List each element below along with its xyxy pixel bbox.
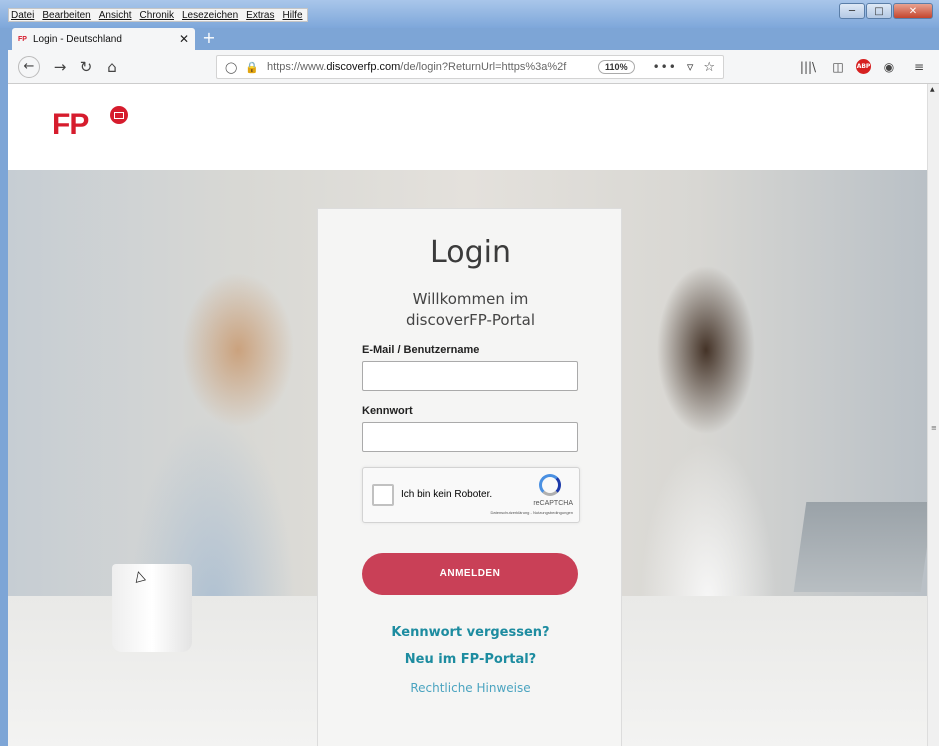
recaptcha-terms[interactable]: Datenschutzerklärung - Nutzungsbedingung… [491,510,574,515]
menu-icon[interactable]: ≡ [907,55,931,79]
tab-close-icon[interactable]: ✕ [179,32,189,46]
pocket-icon[interactable]: ▿ [687,60,694,75]
back-button[interactable]: ← [18,56,40,78]
library-icon[interactable]: |||\ [796,55,820,79]
menu-lesezeichen[interactable]: Lesezeichen [182,10,238,21]
menu-bearbeiten[interactable]: Bearbeiten [42,10,90,21]
vertical-scrollbar[interactable]: ▲ ≡ [927,84,939,746]
password-label: Kennwort [362,405,413,417]
forward-button[interactable]: → [48,55,72,79]
page-content: FP △ Login Willkommen im discoverFP-Port… [8,84,927,746]
shield-icon[interactable]: ◯ [225,61,237,74]
navigation-bar: ← → ↻ ⌂ ◯ 🔒 https://www.discoverfp.com/d… [8,50,939,84]
legal-notice-link[interactable]: Rechtliche Hinweise [318,681,623,695]
login-title: Login [430,235,511,270]
coffee-mug [112,564,192,652]
email-label: E-Mail / Benutzername [362,344,480,356]
fp-favicon-icon: FP [18,35,27,43]
sidebar-icon[interactable]: ◫ [826,55,850,79]
menu-datei[interactable]: Datei [11,10,34,21]
window-close-button[interactable]: ✕ [893,3,933,19]
account-icon[interactable]: ◉ [877,55,901,79]
register-link[interactable]: Neu im FP-Portal? [318,652,623,667]
tab-login[interactable]: FP Login - Deutschland ✕ [12,28,195,50]
address-bar[interactable]: ◯ 🔒 https://www.discoverfp.com/de/login?… [216,55,724,79]
password-field[interactable] [362,422,578,452]
login-card: Login Willkommen im discoverFP-Portal E-… [317,208,622,746]
maximize-button[interactable]: □ [866,3,892,19]
new-tab-button[interactable]: + [200,29,218,47]
toolbar-right: |||\ ◫ ABP ◉ ≡ [790,55,931,79]
menu-ansicht[interactable]: Ansicht [99,10,132,21]
recaptcha-label: Ich bin kein Roboter. [401,489,493,500]
browser-window: Datei Bearbeiten Ansicht Chronik Lesezei… [0,0,939,746]
scroll-up-icon[interactable]: ▲ [930,86,935,93]
mail-logo-icon [110,106,128,124]
recaptcha-brand: reCAPTCHA [533,500,573,507]
home-button[interactable]: ⌂ [100,55,124,79]
scroll-grip-icon[interactable]: ≡ [931,424,937,432]
site-header: FP [8,84,927,170]
adblock-icon[interactable]: ABP [856,59,871,74]
menu-chronik[interactable]: Chronik [140,10,174,21]
reload-button[interactable]: ↻ [74,55,98,79]
menu-bar: Datei Bearbeiten Ansicht Chronik Lesezei… [8,8,308,22]
forgot-password-link[interactable]: Kennwort vergessen? [318,625,623,640]
page-actions-icon[interactable]: ••• [653,60,677,74]
welcome-text: Willkommen im discoverFP-Portal [405,290,536,329]
menu-hilfe[interactable]: Hilfe [283,10,303,21]
window-controls: ─ □ ✕ [838,3,933,19]
tab-strip: FP Login - Deutschland ✕ + [0,28,939,50]
login-button[interactable]: ANMELDEN [362,553,578,595]
zoom-indicator[interactable]: 110% [598,60,635,74]
recaptcha-checkbox[interactable] [372,484,394,506]
minimize-button[interactable]: ─ [839,3,865,19]
fp-logo[interactable]: FP [52,108,89,142]
email-field[interactable] [362,361,578,391]
lock-icon[interactable]: 🔒 [245,61,259,74]
laptop [793,502,927,592]
title-bar: Datei Bearbeiten Ansicht Chronik Lesezei… [0,0,939,28]
recaptcha-widget: Ich bin kein Roboter. reCAPTCHA Datensch… [362,467,580,523]
url-domain: discoverfp.com [326,61,401,73]
tab-title: Login - Deutschland [32,33,122,45]
url-text[interactable]: https://www.discoverfp.com/de/login?Retu… [267,61,588,73]
bookmark-star-icon[interactable]: ☆ [703,60,715,75]
menu-extras[interactable]: Extras [246,10,274,21]
recaptcha-icon [539,474,561,496]
